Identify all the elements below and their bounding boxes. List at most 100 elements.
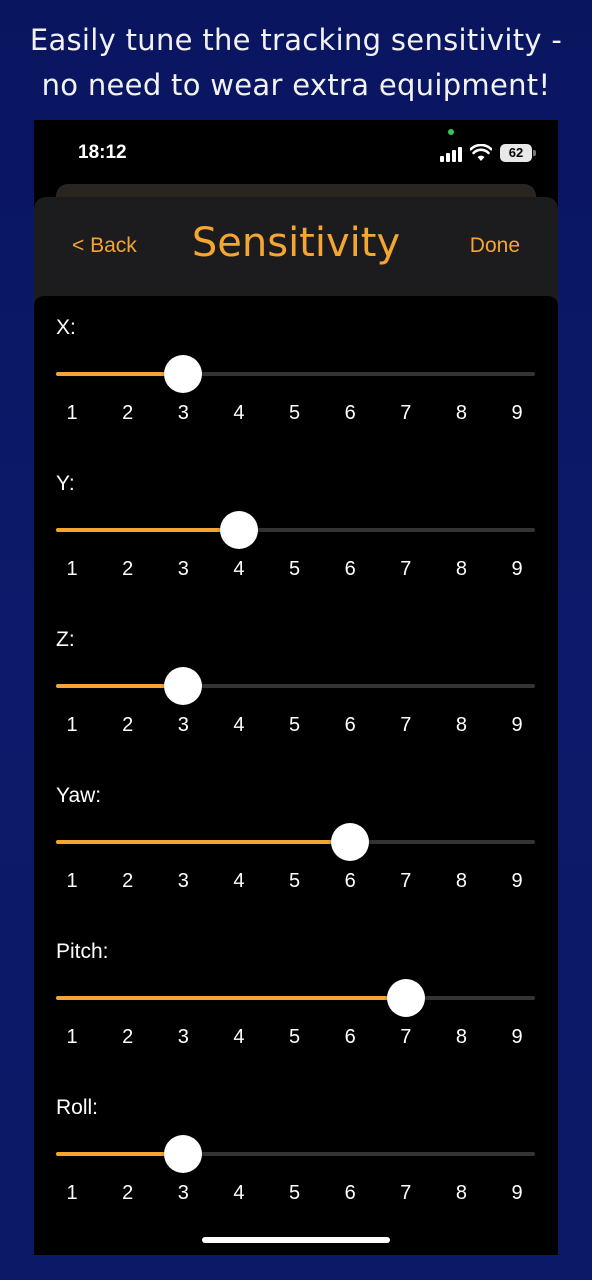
scale-tick: 8 bbox=[455, 558, 467, 580]
scale-tick: 1 bbox=[66, 714, 78, 736]
scale-tick: 8 bbox=[455, 402, 467, 424]
scale-tick: 5 bbox=[288, 1182, 301, 1204]
slider-label-pitch: Pitch: bbox=[56, 940, 109, 963]
slider-label-z: Z: bbox=[56, 628, 75, 651]
battery-tip bbox=[533, 150, 536, 156]
slider-thumb-yaw[interactable] bbox=[331, 823, 370, 861]
scale-tick: 6 bbox=[344, 714, 356, 736]
scale-tick: 9 bbox=[511, 558, 523, 580]
wifi-icon bbox=[470, 144, 492, 161]
scale-tick: 7 bbox=[400, 402, 412, 424]
scale-tick: 7 bbox=[400, 558, 412, 580]
slider-fill-y bbox=[56, 528, 239, 532]
promo-line-2: no need to wear extra equipment! bbox=[41, 68, 551, 102]
scale-tick: 1 bbox=[66, 1026, 78, 1048]
scale-tick: 4 bbox=[233, 870, 245, 892]
scale-tick: 6 bbox=[344, 1182, 356, 1204]
scale-tick: 2 bbox=[122, 870, 134, 892]
slider-track-yaw[interactable] bbox=[56, 823, 535, 861]
slider-y: Y: 1 2 3 4 5 6 7 8 9 bbox=[34, 472, 558, 628]
slider-label-roll: Roll: bbox=[56, 1096, 99, 1119]
slider-track-z[interactable] bbox=[56, 667, 535, 705]
scale-tick: 4 bbox=[233, 714, 245, 736]
slider-z: Z: 1 2 3 4 5 6 7 8 9 bbox=[34, 628, 558, 784]
slider-pitch: Pitch: 1 2 3 4 5 6 7 8 9 bbox=[34, 940, 558, 1096]
scale-tick: 3 bbox=[177, 1026, 189, 1048]
scale-tick: 6 bbox=[344, 1026, 356, 1048]
phone-screen: 18:12 62 < Back Sensitivity Done X: 1 2 3 4 5… bbox=[34, 120, 558, 1255]
slider-thumb-z[interactable] bbox=[164, 667, 203, 705]
scale-tick: 6 bbox=[344, 870, 356, 892]
slider-fill-yaw bbox=[56, 840, 351, 844]
scale-tick: 8 bbox=[455, 714, 467, 736]
scale-tick: 9 bbox=[511, 1026, 523, 1048]
scale-tick: 2 bbox=[122, 1182, 134, 1204]
scale-tick: 9 bbox=[511, 870, 523, 892]
sliders-panel: X: 1 2 3 4 5 6 7 8 9 Y: 1 2 3 4 5 6 7 8 9 Z: 1 2 3 4 5 6 7 8 9 Yaw: 1 2 3… bbox=[34, 296, 558, 1255]
slider-x: X: 1 2 3 4 5 6 7 8 9 bbox=[34, 316, 558, 472]
scale-tick: 5 bbox=[288, 714, 301, 736]
scale-tick: 5 bbox=[288, 402, 301, 424]
slider-label-y: Y: bbox=[56, 472, 75, 495]
scale-tick: 7 bbox=[400, 714, 412, 736]
privacy-indicator-dot bbox=[448, 129, 454, 135]
slider-scale-x: 1 2 3 4 5 6 7 8 9 bbox=[34, 402, 558, 432]
scale-tick: 4 bbox=[233, 1182, 245, 1204]
slider-track-roll[interactable] bbox=[56, 1135, 535, 1173]
scale-tick: 9 bbox=[511, 402, 523, 424]
slider-label-yaw: Yaw: bbox=[56, 784, 102, 807]
status-bar: 18:12 62 bbox=[34, 120, 558, 184]
slider-thumb-x[interactable] bbox=[164, 355, 203, 393]
slider-fill-pitch bbox=[56, 996, 406, 1000]
scale-tick: 5 bbox=[288, 870, 301, 892]
scale-tick: 9 bbox=[511, 714, 523, 736]
scale-tick: 5 bbox=[288, 558, 301, 580]
scale-tick: 7 bbox=[400, 1182, 412, 1204]
slider-scale-pitch: 1 2 3 4 5 6 7 8 9 bbox=[34, 1026, 558, 1056]
slider-track-x[interactable] bbox=[56, 355, 535, 393]
slider-thumb-pitch[interactable] bbox=[386, 979, 425, 1017]
scale-tick: 3 bbox=[177, 870, 189, 892]
scale-tick: 1 bbox=[66, 402, 78, 424]
scale-tick: 8 bbox=[455, 1182, 467, 1204]
battery-level: 62 bbox=[508, 145, 524, 160]
promo-line-1: Easily tune the tracking sensitivity - bbox=[29, 23, 563, 57]
scale-tick: 2 bbox=[122, 558, 134, 580]
signal-icon bbox=[440, 146, 466, 162]
status-time: 18:12 bbox=[78, 142, 127, 163]
slider-scale-yaw: 1 2 3 4 5 6 7 8 9 bbox=[34, 870, 558, 900]
scale-tick: 8 bbox=[455, 1026, 467, 1048]
scale-tick: 3 bbox=[177, 1182, 189, 1204]
scale-tick: 5 bbox=[288, 1026, 301, 1048]
scale-tick: 6 bbox=[344, 558, 356, 580]
scale-tick: 2 bbox=[122, 402, 134, 424]
slider-track-y[interactable] bbox=[56, 511, 535, 549]
slider-scale-roll: 1 2 3 4 5 6 7 8 9 bbox=[34, 1182, 558, 1212]
slider-thumb-roll[interactable] bbox=[164, 1135, 203, 1173]
slider-roll: Roll: 1 2 3 4 5 6 7 8 9 bbox=[34, 1096, 558, 1252]
scale-tick: 6 bbox=[344, 402, 356, 424]
scale-tick: 2 bbox=[122, 1026, 134, 1048]
slider-track-pitch[interactable] bbox=[56, 979, 535, 1017]
scale-tick: 7 bbox=[400, 870, 412, 892]
scale-tick: 4 bbox=[233, 402, 245, 424]
scale-tick: 4 bbox=[233, 1026, 245, 1048]
scale-tick: 3 bbox=[177, 558, 189, 580]
done-button[interactable]: Done bbox=[470, 234, 520, 258]
scale-tick: 3 bbox=[177, 714, 189, 736]
promo-caption: Easily tune the tracking sensitivity - n… bbox=[0, 18, 592, 108]
scale-tick: 2 bbox=[122, 714, 134, 736]
scale-tick: 3 bbox=[177, 402, 189, 424]
scale-tick: 1 bbox=[66, 870, 78, 892]
slider-thumb-y[interactable] bbox=[219, 511, 258, 549]
scale-tick: 7 bbox=[400, 1026, 412, 1048]
slider-scale-z: 1 2 3 4 5 6 7 8 9 bbox=[34, 714, 558, 744]
slider-yaw: Yaw: 1 2 3 4 5 6 7 8 9 bbox=[34, 784, 558, 940]
scale-tick: 1 bbox=[66, 1182, 78, 1204]
home-indicator[interactable] bbox=[202, 1237, 390, 1243]
slider-scale-y: 1 2 3 4 5 6 7 8 9 bbox=[34, 558, 558, 588]
scale-tick: 8 bbox=[455, 870, 467, 892]
scale-tick: 9 bbox=[511, 1182, 523, 1204]
scale-tick: 1 bbox=[66, 558, 78, 580]
slider-label-x: X: bbox=[56, 316, 76, 339]
